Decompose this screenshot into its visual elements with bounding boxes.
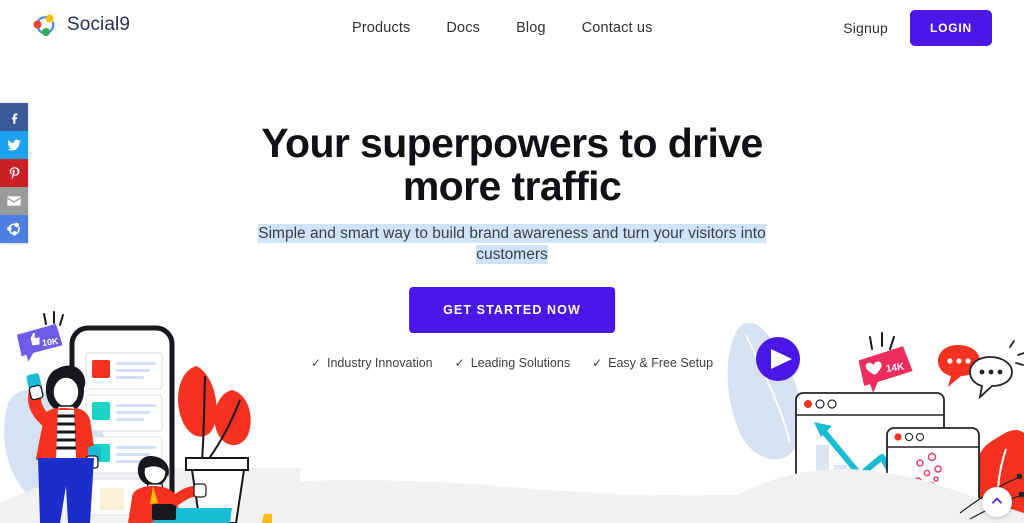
feature-item: ✓ Easy & Free Setup [592,356,713,370]
pinterest-icon [7,166,22,181]
signup-link[interactable]: Signup [843,20,888,36]
nav-item-products[interactable]: Products [352,20,410,36]
chevron-up-icon [990,494,1004,511]
hero-subtitle-text: Simple and smart way to build brand awar… [258,224,766,264]
share-facebook-button[interactable] [0,103,28,131]
share-twitter-button[interactable] [0,131,28,159]
chat-bubbles-illustration [938,340,1024,400]
main-nav: Products Docs Blog Contact us [352,0,653,56]
email-icon [6,193,22,209]
facebook-icon [7,110,22,125]
header-actions: Signup LOGIN [843,0,992,56]
hero-subtitle: Simple and smart way to build brand awar… [252,224,772,266]
nav-item-docs[interactable]: Docs [446,20,480,36]
landing-page: 10K 14K Social9 Products Docs Blog Conta… [0,0,1024,523]
feature-item: ✓ Leading Solutions [455,356,570,370]
social9-share-icon [6,221,22,237]
like-badge-left: 10K [16,311,64,362]
illustration-right: 14K [724,323,1024,523]
check-icon: ✓ [592,356,603,370]
feature-label: Industry Innovation [327,356,433,370]
brand-name: Social9 [67,14,131,35]
login-button[interactable]: LOGIN [910,10,992,46]
check-icon: ✓ [310,356,321,370]
feature-item: ✓ Industry Innovation [311,356,433,370]
check-icon: ✓ [454,356,465,370]
nav-item-blog[interactable]: Blog [516,20,546,36]
social-share-rail [0,103,28,243]
share-email-button[interactable] [0,187,28,215]
feature-label: Leading Solutions [470,356,571,370]
social9-dots-logo-icon [32,12,58,38]
nav-item-contact-us[interactable]: Contact us [582,20,653,36]
feature-list: ✓ Industry Innovation ✓ Leading Solution… [311,356,713,370]
svg-text:10K: 10K [41,336,59,348]
illustration-left: 10K [0,311,300,523]
get-started-button[interactable]: GET STARTED NOW [409,287,615,333]
share-pinterest-button[interactable] [0,159,28,187]
scroll-to-top-button[interactable] [982,487,1012,517]
brand-logo[interactable]: Social9 [32,12,130,38]
twitter-icon [6,137,22,153]
site-header: Social9 Products Docs Blog Contact us Si… [0,0,1024,56]
page-title: Your superpowers to drive more traffic [261,120,763,210]
like-badge-right: 14K [858,332,913,393]
cta-container: GET STARTED NOW [409,287,615,333]
share-social9-button[interactable] [0,215,28,243]
play-button-illustration [756,337,800,381]
feature-label: Easy & Free Setup [608,356,714,370]
